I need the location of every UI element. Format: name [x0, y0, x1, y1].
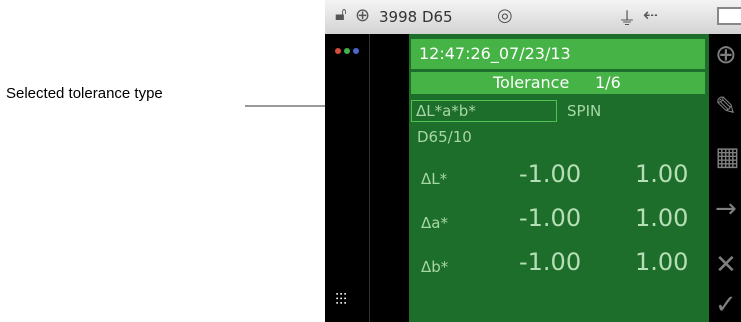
row-min: -1.00 — [519, 160, 582, 188]
plug-icon: ⇠ — [643, 5, 659, 26]
sliders-icon[interactable]: ⫶⫶⫶ — [335, 290, 347, 310]
right-toolbar: ⊕ ✎ ▦ → ✕ ✓ — [709, 34, 741, 322]
tolerance-page: 1/6 — [595, 73, 621, 92]
callout-label: Selected tolerance type — [6, 85, 163, 102]
lock-open-icon: 🔓︎ — [335, 4, 347, 25]
target-icon[interactable]: ⊕ — [715, 40, 737, 70]
tolerance-type-selector[interactable]: ΔL*a*b* — [411, 100, 557, 122]
tolerance-row[interactable]: ΔL* -1.00 1.00 — [409, 160, 709, 194]
row-min: -1.00 — [519, 204, 582, 232]
grid-icon[interactable]: ▦ — [715, 142, 740, 172]
row-label: Δb* — [421, 258, 449, 276]
left-sidebar: ⫶⫶⫶ — [325, 34, 370, 322]
row-max: 1.00 — [635, 160, 689, 188]
usb-icon: ⏚ — [618, 9, 636, 30]
close-icon[interactable]: ✕ — [715, 250, 737, 280]
tolerance-panel: 12:47:26_07/23/13 Tolerance 1/6 ΔL*a*b* … — [409, 34, 709, 322]
tolerance-header: Tolerance 1/6 — [411, 72, 705, 94]
device-screen: 🔓︎ ⊕ 3998 D65 ◎ ⏚ ⇠ ⫶⫶⫶ 12:47:26_07/23/1… — [325, 0, 741, 322]
observer-label: D65/10 — [417, 128, 472, 146]
color-dots-icon[interactable] — [335, 48, 359, 54]
row-label: ΔL* — [421, 170, 448, 188]
crosshair-icon: ⊕ — [355, 5, 371, 26]
timestamp: 12:47:26_07/23/13 — [411, 39, 705, 69]
check-icon[interactable]: ✓ — [715, 290, 737, 320]
row-max: 1.00 — [635, 248, 689, 276]
row-max: 1.00 — [635, 204, 689, 232]
target-icon: ◎ — [497, 5, 513, 26]
battery-icon — [717, 7, 741, 25]
tolerance-title: Tolerance — [493, 73, 570, 92]
illuminant-label: 3998 D65 — [379, 8, 453, 26]
pencil-icon[interactable]: ✎ — [715, 92, 737, 122]
tolerance-row[interactable]: Δa* -1.00 1.00 — [409, 204, 709, 238]
row-label: Δa* — [421, 214, 448, 232]
status-bar: 🔓︎ ⊕ 3998 D65 ◎ ⏚ ⇠ — [325, 0, 741, 34]
arrow-right-icon[interactable]: → — [715, 194, 737, 224]
tolerance-row[interactable]: Δb* -1.00 1.00 — [409, 248, 709, 282]
mode-label: SPIN — [567, 102, 602, 120]
row-min: -1.00 — [519, 248, 582, 276]
